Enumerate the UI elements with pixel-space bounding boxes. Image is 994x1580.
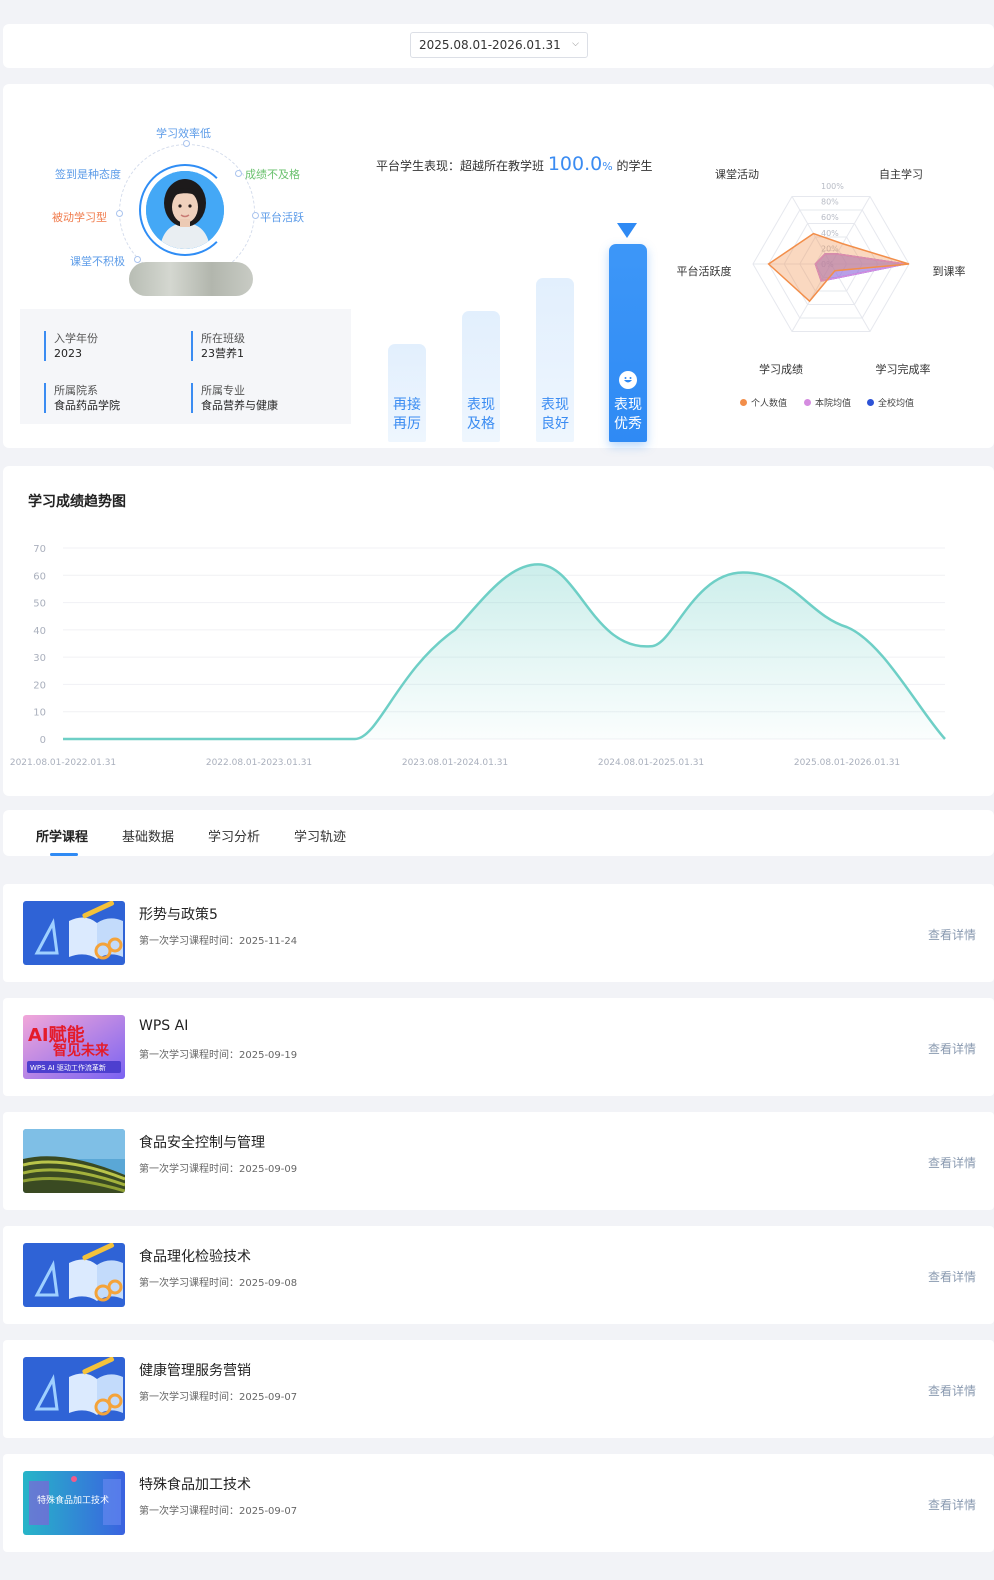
tab-basic-data[interactable]: 基础数据 [122, 826, 174, 845]
radar-tick-label: 80% [821, 198, 839, 207]
course-item[interactable]: 形势与政策5 第一次学习课程时间：2025-11-24 查看详情 [3, 884, 994, 982]
student-info-box: 入学年份 2023 所在班级 23营养1 所属院系 食品药品学院 所属专业 食品… [20, 309, 351, 424]
trend-x-tick: 2024.08.01-2025.01.31 [598, 758, 704, 768]
info-enroll-year: 入学年份 2023 [44, 331, 98, 361]
course-thumbnail[interactable] [23, 1243, 125, 1307]
trend-x-tick: 2023.08.01-2024.01.31 [402, 758, 508, 768]
level-bar-2: 表现 及格 [462, 311, 500, 442]
legend-school: 全校均值 [867, 396, 914, 409]
grade-trend-chart: 70 60 50 40 30 20 10 0 2021.08.01-2022.01.31 2022… [10, 544, 946, 768]
trend-y-tick: 0 [40, 735, 46, 746]
course-item[interactable]: 健康管理服务营销第一次学习课程时间：2025-09-07 查看详情 [3, 1340, 994, 1438]
course-item[interactable]: AI赋能 智见未来 WPS AI 驱动工作流革新 WPS AI 第一次学习课程时间：20… [3, 998, 994, 1096]
date-range-select[interactable]: 2025.08.01-2026.01.31 ⌵ [410, 32, 588, 58]
view-details-link[interactable]: 查看详情 [928, 1496, 976, 1513]
tag-grades: 成绩不及格 [245, 168, 300, 181]
level-bar-3: 表现 良好 [536, 278, 574, 442]
course-thumbnail[interactable] [23, 1357, 125, 1421]
tag-attendance: 签到是种态度 [55, 168, 121, 181]
radar-axis-label: 平台活跃度 [677, 264, 732, 278]
tag-platform: 平台活跃 [260, 211, 304, 224]
radar-axis-label: 学习成绩 [759, 362, 803, 376]
legend-college: 本院均值 [804, 396, 851, 409]
ability-radar-chart: 100%80%60%40%20%0%课堂活动 自主学习到课率学习完成率学习成绩平台… [677, 167, 966, 376]
trend-x-tick: 2022.08.01-2023.01.31 [206, 758, 312, 768]
radar-tick-label: 100% [821, 182, 844, 191]
course-first-study-time: 第一次学习课程时间：2025-09-09 [139, 1164, 298, 1175]
smile-icon [619, 371, 637, 389]
orbit-dot [183, 140, 190, 147]
course-item[interactable]: 特殊食品加工技术 特殊食品加工技术 第一次学习课程时间：2025-09-07 查看详情 [3, 1454, 994, 1552]
course-thumbnail[interactable] [23, 1129, 125, 1193]
grade-trend-card: 学习成绩趋势图 70 60 50 40 30 20 10 0 2021.08.01-2022.0… [3, 466, 994, 796]
trend-x-tick: 2021.08.01-2022.01.31 [10, 758, 116, 768]
legend-personal: 个人数值 [740, 396, 787, 409]
trend-y-tick: 30 [33, 653, 46, 664]
performance-summary: 平台学生表现：超越所在教学班 100.0% 的学生 [376, 153, 653, 175]
course-first-study-time: 第一次学习课程时间：2025-09-07 [139, 1506, 298, 1517]
info-department: 所属院系 食品药品学院 [44, 383, 120, 413]
student-name-blurred [129, 262, 253, 296]
tab-trajectory[interactable]: 学习轨迹 [294, 826, 346, 845]
trend-y-tick: 50 [33, 599, 46, 610]
tag-efficiency: 学习效率低 [156, 127, 211, 140]
view-details-link[interactable]: 查看详情 [928, 1154, 976, 1171]
trend-area [63, 564, 945, 739]
tab-analysis[interactable]: 学习分析 [208, 826, 260, 845]
info-major: 所属专业 食品营养与健康 [191, 383, 278, 413]
student-profile-card: 学习效率低 签到是种态度 成绩不及格 被动学习型 平台活跃 课堂不积极 入学年份… [3, 84, 994, 448]
radar-axis-label: 课堂活动 [715, 168, 759, 181]
course-name[interactable]: WPS AI [139, 1018, 188, 1034]
avatar [146, 171, 224, 249]
radar-axis-label: 自主学习 [879, 167, 923, 181]
trend-y-tick: 20 [33, 680, 46, 691]
radar-axis-label: 学习完成率 [876, 362, 931, 376]
tab-bar: 所学课程 基础数据 学习分析 学习轨迹 [3, 810, 994, 856]
view-details-link[interactable]: 查看详情 [928, 1268, 976, 1285]
course-first-study-time: 第一次学习课程时间：2025-09-19 [139, 1050, 298, 1061]
current-level-marker [617, 223, 637, 238]
course-thumbnail[interactable]: AI赋能 智见未来 WPS AI 驱动工作流革新 [23, 1015, 125, 1079]
course-name[interactable]: 食品理化检验技术 [139, 1246, 251, 1266]
course-name[interactable]: 特殊食品加工技术 [139, 1474, 251, 1494]
course-first-study-time: 第一次学习课程时间：2025-11-24 [139, 936, 298, 947]
tab-active-indicator [50, 853, 78, 856]
course-first-study-time: 第一次学习课程时间：2025-09-08 [139, 1278, 298, 1289]
level-bar-1: 再接 再厉 [388, 344, 426, 442]
course-thumbnail[interactable]: 特殊食品加工技术 [23, 1471, 125, 1535]
course-name[interactable]: 形势与政策5 [139, 904, 218, 924]
tag-classroom: 课堂不积极 [70, 255, 125, 268]
trend-y-tick: 60 [33, 571, 46, 582]
level-bar-4-active: 表现 优秀 [609, 244, 647, 442]
view-details-link[interactable]: 查看详情 [928, 926, 976, 943]
radar-axis-label: 到课率 [933, 264, 966, 278]
orbit-dot [116, 210, 123, 217]
wps-thumb-title-2: 智见未来 [52, 1042, 110, 1059]
performance-percent: 100.0 [547, 153, 603, 175]
tag-learning-style: 被动学习型 [52, 211, 107, 224]
trend-y-tick: 10 [33, 708, 46, 719]
course-name[interactable]: 健康管理服务营销 [139, 1360, 251, 1380]
trend-x-tick: 2025.08.01-2026.01.31 [794, 758, 900, 768]
orbit-dot [235, 170, 242, 177]
course-item[interactable]: 食品理化检验技术第一次学习课程时间：2025-09-08 查看详情 [3, 1226, 994, 1324]
orbit-dot [252, 212, 259, 219]
view-details-link[interactable]: 查看详情 [928, 1040, 976, 1057]
special-thumb-title: 特殊食品加工技术 [37, 1494, 109, 1506]
trend-y-tick: 70 [33, 544, 46, 555]
chevron-down-icon: ⌵ [572, 39, 579, 49]
radar-tick-label: 60% [821, 213, 839, 222]
trend-y-tick: 40 [33, 626, 46, 637]
tab-courses[interactable]: 所学课程 [36, 826, 88, 845]
date-range-bar: 2025.08.01-2026.01.31 ⌵ [3, 24, 994, 68]
info-class: 所在班级 23营养1 [191, 331, 245, 361]
date-range-value: 2025.08.01-2026.01.31 [419, 38, 561, 52]
wps-thumb-caption: WPS AI 驱动工作流革新 [30, 1063, 106, 1072]
course-first-study-time: 第一次学习课程时间：2025-09-07 [139, 1392, 298, 1403]
course-thumbnail[interactable] [23, 901, 125, 965]
view-details-link[interactable]: 查看详情 [928, 1382, 976, 1399]
course-item[interactable]: 食品安全控制与管理第一次学习课程时间：2025-09-09 查看详情 [3, 1112, 994, 1210]
course-name[interactable]: 食品安全控制与管理 [139, 1132, 265, 1152]
